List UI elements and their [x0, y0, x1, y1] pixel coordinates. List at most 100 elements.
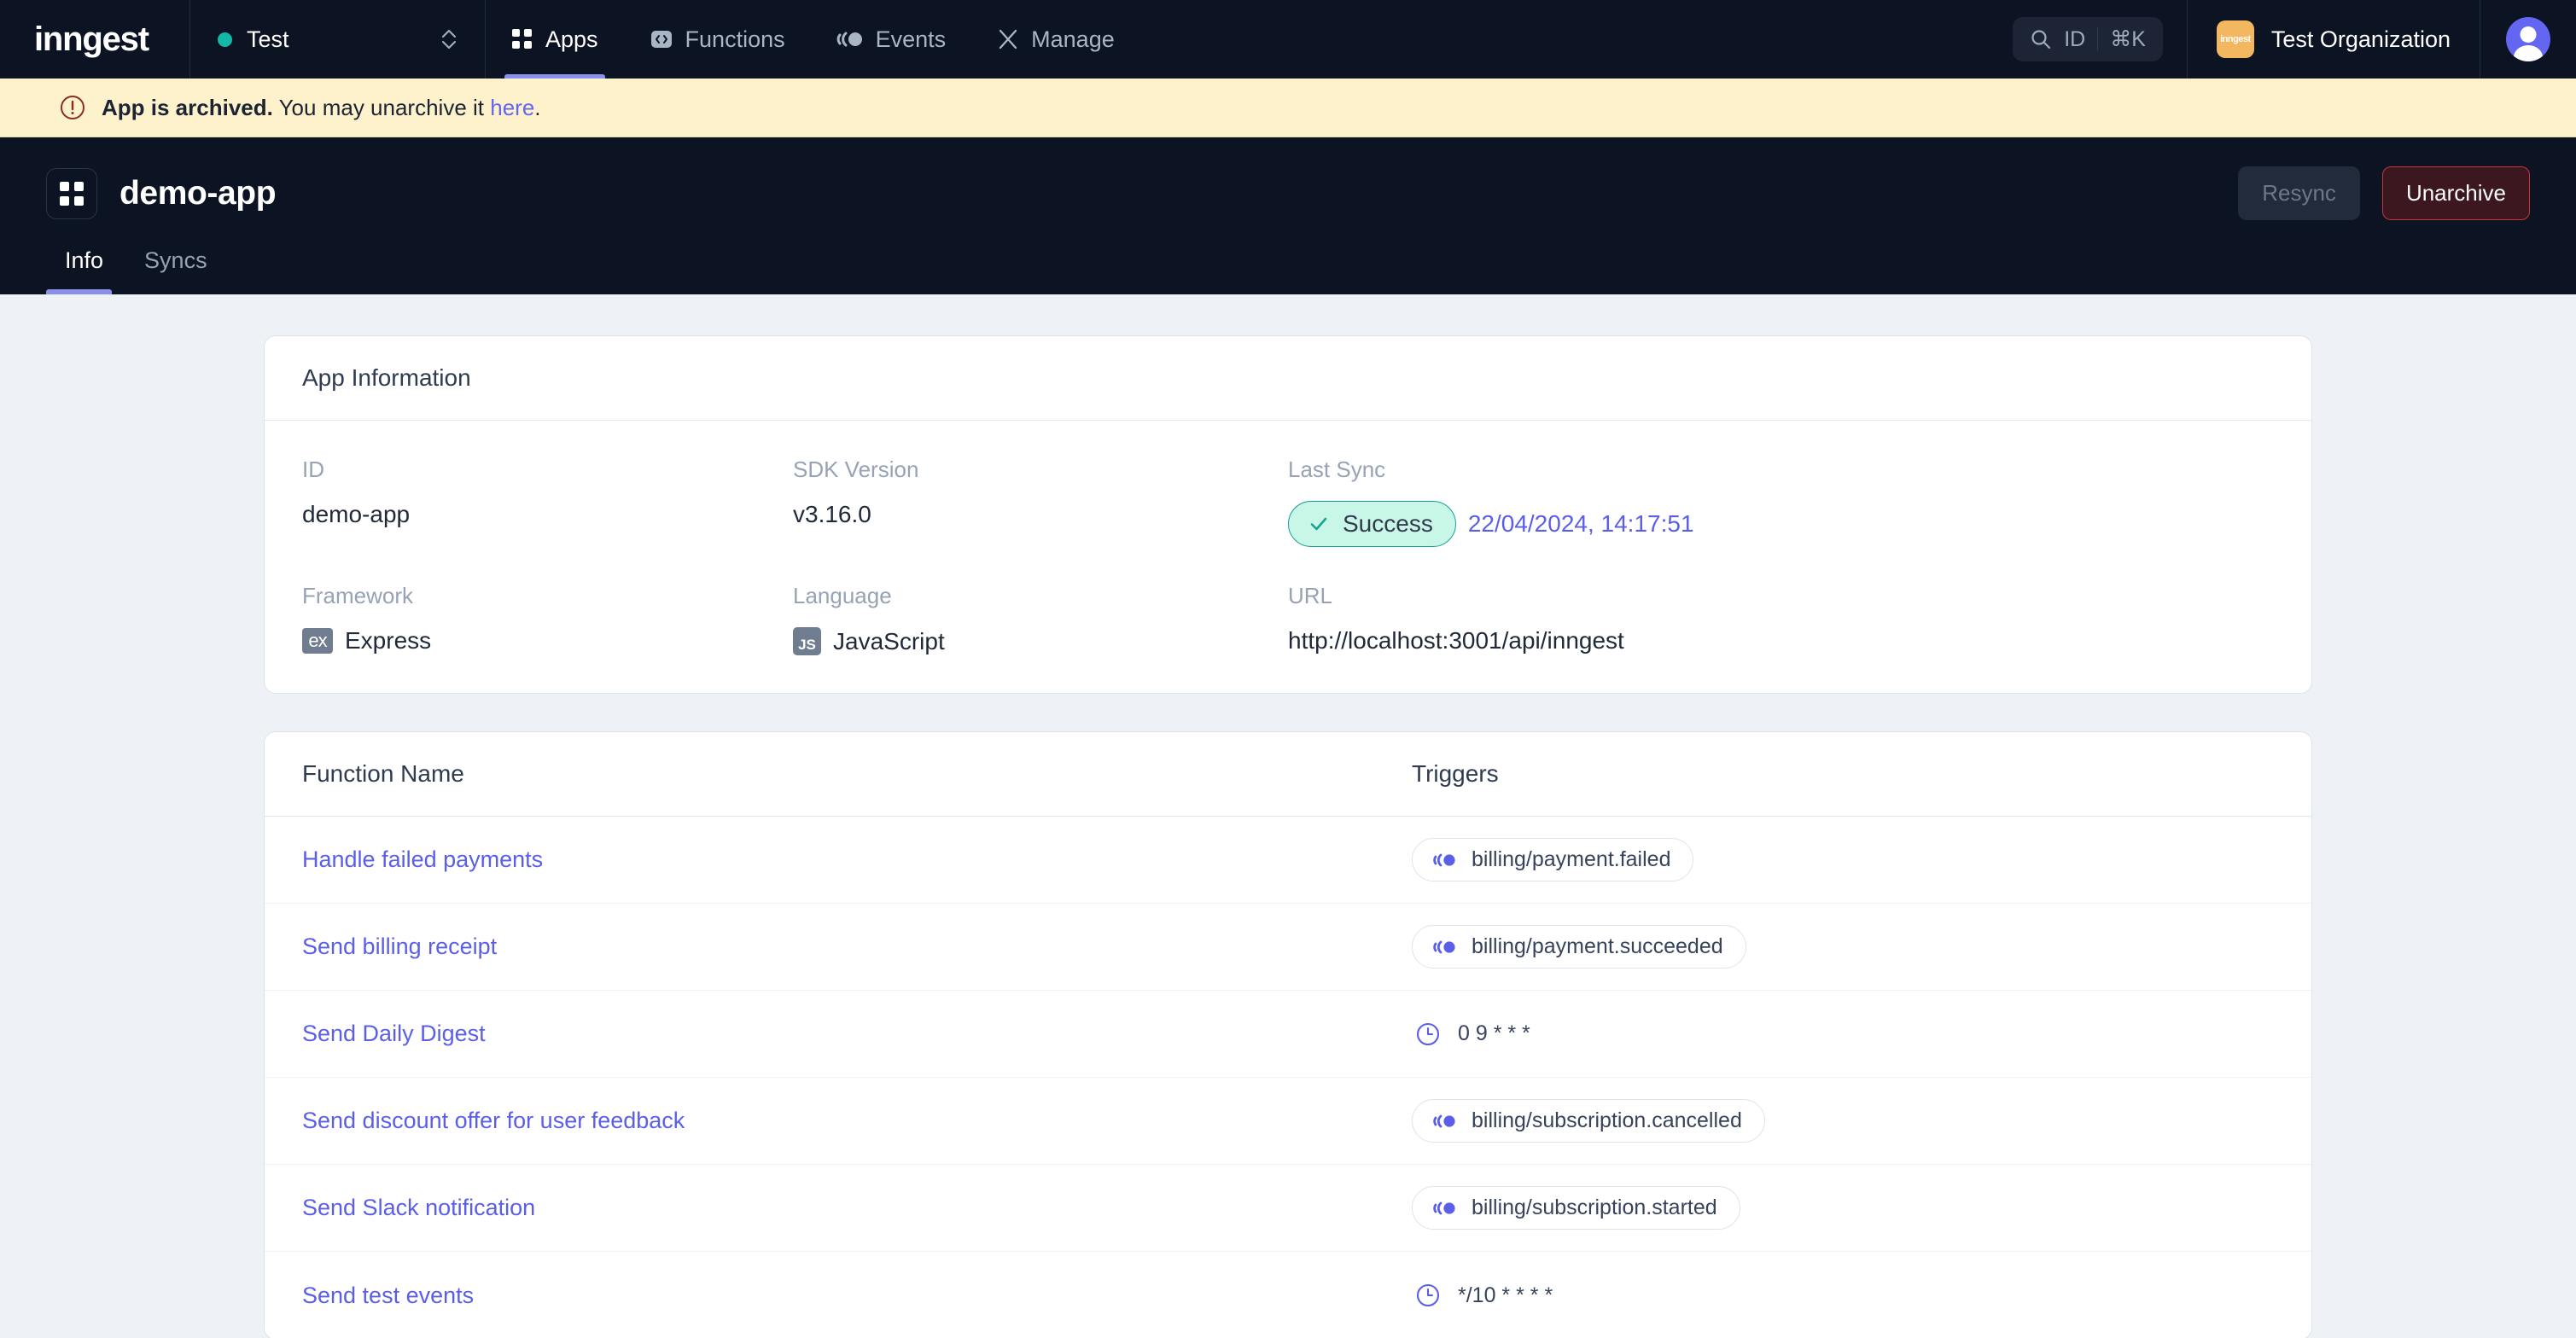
- function-name-link[interactable]: Send Daily Digest: [302, 1021, 1412, 1047]
- info-label: Language: [793, 583, 892, 608]
- search-input[interactable]: ID ⌘K: [2013, 17, 2163, 61]
- app-header-top-row: demo-app Resync Unarchive: [46, 166, 2530, 220]
- nav-right-cluster: ID ⌘K inngest Test Organization: [2013, 0, 2576, 79]
- info-label: ID: [302, 457, 324, 482]
- grid-icon: [511, 28, 533, 50]
- last-sync-timestamp-link[interactable]: 22/04/2024, 14:17:51: [1468, 510, 1694, 538]
- info-field-id: ID demo-app: [302, 457, 793, 547]
- function-name-link[interactable]: Handle failed payments: [302, 846, 1412, 873]
- check-icon: [1308, 513, 1330, 535]
- function-name-link[interactable]: Send billing receipt: [302, 934, 1412, 960]
- event-trigger-pill: billing/payment.succeeded: [1412, 925, 1746, 969]
- archived-banner: App is archived. You may unarchive it he…: [0, 79, 2576, 137]
- nav-item-events[interactable]: Events: [811, 0, 972, 79]
- alert-icon: [60, 95, 85, 120]
- info-label: Framework: [302, 583, 414, 608]
- table-row: Send Daily Digest 0 9 * * *: [265, 991, 2311, 1078]
- app-tabs: Info Syncs: [46, 239, 2530, 294]
- app-information-card: App Information ID demo-app SDK Version …: [264, 335, 2312, 694]
- events-icon: [1431, 851, 1457, 870]
- nav-item-label: Apps: [545, 26, 598, 52]
- table-row: Send test events */10 * * * *: [265, 1252, 2311, 1338]
- clock-icon: [1415, 1283, 1441, 1308]
- function-name-link[interactable]: Send Slack notification: [302, 1195, 1412, 1221]
- organization-selector[interactable]: inngest Test Organization: [2186, 0, 2480, 79]
- trigger-label: billing/subscription.started: [1472, 1195, 1717, 1219]
- status-badge-label: Success: [1343, 510, 1433, 537]
- event-trigger-pill: billing/subscription.cancelled: [1412, 1099, 1765, 1143]
- info-label: SDK Version: [793, 457, 919, 482]
- events-icon: [1431, 938, 1457, 957]
- app-header-actions: Resync Unarchive: [2238, 166, 2530, 220]
- info-value: demo-app: [302, 501, 411, 527]
- info-value: http://localhost:3001/api/inngest: [1288, 627, 1624, 654]
- app-information-title: App Information: [265, 336, 2311, 421]
- banner-bold-text: App is archived.: [102, 94, 273, 120]
- environment-name: Test: [247, 26, 289, 52]
- express-icon: ex: [302, 628, 333, 654]
- environment-status-dot: [218, 32, 232, 47]
- info-label: URL: [1288, 583, 1333, 608]
- function-name-link[interactable]: Send discount offer for user feedback: [302, 1108, 1412, 1134]
- table-row: Send Slack notification billing/subscript…: [265, 1165, 2311, 1252]
- column-header-function-name: Function Name: [302, 760, 464, 787]
- user-menu[interactable]: [2480, 0, 2576, 79]
- nav-item-apps[interactable]: Apps: [486, 0, 624, 79]
- organization-logo: inngest: [2216, 20, 2254, 58]
- trigger-label: */10 * * * *: [1458, 1283, 1553, 1307]
- primary-nav-items: Apps Functions Events Manage: [486, 0, 1140, 79]
- event-trigger-pill: billing/payment.failed: [1412, 838, 1694, 881]
- info-field-framework: Framework ex Express: [302, 583, 793, 655]
- search-shortcut: ⌘K: [2110, 27, 2146, 51]
- page-title: demo-app: [119, 174, 277, 212]
- resync-button[interactable]: Resync: [2238, 166, 2360, 220]
- function-name-link[interactable]: Send test events: [302, 1283, 1412, 1309]
- brand-logo[interactable]: inngest: [0, 0, 189, 79]
- banner-suffix: .: [534, 94, 541, 120]
- events-icon: [1431, 1199, 1457, 1218]
- unarchive-link[interactable]: here: [490, 95, 534, 120]
- nav-item-manage[interactable]: Manage: [971, 0, 1140, 79]
- status-badge: Success: [1288, 501, 1456, 547]
- table-row: Handle failed payments billing/payment.fa…: [265, 817, 2311, 904]
- banner-body-text: You may unarchive it: [272, 94, 491, 120]
- info-value: v3.16.0: [793, 501, 871, 527]
- functions-table-header: Function Name Triggers: [265, 732, 2311, 817]
- event-trigger-pill: billing/subscription.started: [1412, 1186, 1740, 1230]
- functions-table-body: Handle failed payments billing/payment.fa…: [265, 817, 2311, 1338]
- trigger-label: billing/subscription.cancelled: [1472, 1108, 1742, 1132]
- app-grid-icon: [46, 167, 97, 219]
- nav-item-label: Events: [875, 26, 947, 52]
- organization-name: Test Organization: [2270, 26, 2451, 52]
- environment-selector[interactable]: Test: [190, 0, 485, 79]
- tab-syncs[interactable]: Syncs: [124, 239, 228, 294]
- search-divider: [2097, 27, 2099, 51]
- javascript-icon: JS: [793, 627, 821, 655]
- code-icon: [650, 27, 673, 51]
- main-content: App Information ID demo-app SDK Version …: [0, 294, 2576, 1338]
- unarchive-button[interactable]: Unarchive: [2381, 166, 2530, 220]
- info-value: JavaScript: [833, 627, 945, 654]
- brand-logo-text: inngest: [34, 20, 149, 58]
- nav-item-label: Manage: [1031, 26, 1115, 52]
- app-header: demo-app Resync Unarchive Info Syncs: [0, 137, 2576, 294]
- banner-text: App is archived. You may unarchive it he…: [102, 95, 541, 121]
- column-header-triggers: Triggers: [1412, 760, 1499, 787]
- info-value: Express: [345, 627, 432, 654]
- scissors-icon: [997, 28, 1019, 50]
- trigger-label: billing/payment.failed: [1472, 847, 1671, 871]
- nav-item-functions[interactable]: Functions: [624, 0, 811, 79]
- events-icon: [1431, 1112, 1457, 1131]
- info-field-last-sync: Last Sync Success 22/04/2024, 14:17:51: [1288, 457, 2274, 547]
- cron-trigger: 0 9 * * *: [1412, 1013, 1534, 1056]
- info-field-language: Language JS JavaScript: [793, 583, 1288, 655]
- table-row: Send billing receipt billing/payment.succ…: [265, 904, 2311, 991]
- cron-trigger: */10 * * * *: [1412, 1274, 1556, 1317]
- tab-info[interactable]: Info: [46, 239, 124, 294]
- trigger-label: billing/payment.succeeded: [1472, 934, 1723, 958]
- info-label: Last Sync: [1288, 457, 1386, 482]
- functions-table-card: Function Name Triggers Handle failed pay…: [264, 731, 2312, 1338]
- events-icon: [836, 29, 864, 49]
- avatar: [2506, 17, 2550, 61]
- trigger-label: 0 9 * * *: [1458, 1021, 1530, 1045]
